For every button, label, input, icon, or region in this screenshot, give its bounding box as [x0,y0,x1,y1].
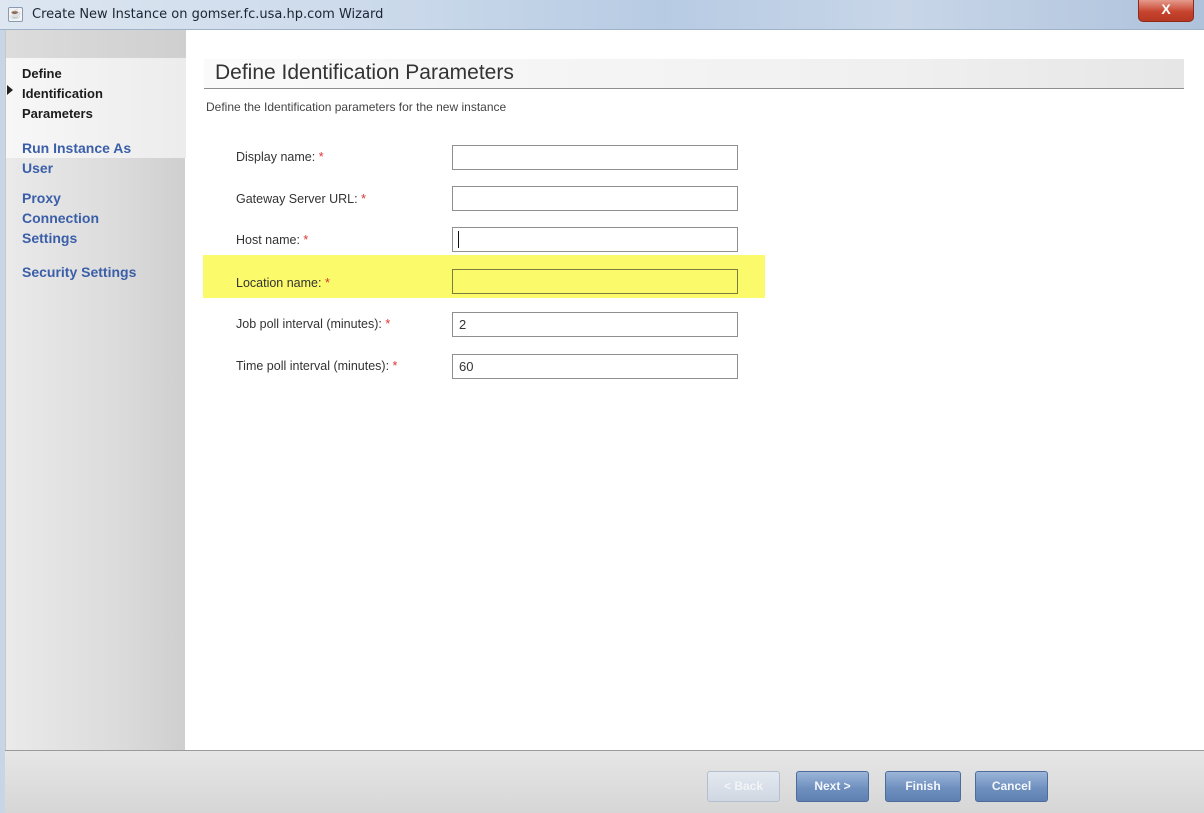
display-name-input[interactable] [452,145,738,170]
sidebar-item-label-line: Settings [22,230,78,246]
field-label-text: Host name: [236,233,300,247]
sidebar-item-label-line: Identification [22,86,103,101]
sidebar-item-proxy-connection-settings[interactable]: Proxy Connection Settings [22,188,172,248]
required-marker: * [361,192,366,206]
field-label-text: Time poll interval (minutes): [236,359,390,373]
sidebar-item-label-line: Connection [22,210,99,226]
sidebar-item-label-line: Proxy [22,190,61,206]
sidebar-item-label-line: Parameters [22,106,93,121]
gateway-server-url-label: Gateway Server URL: * [236,192,366,206]
cancel-button[interactable]: Cancel [975,771,1048,802]
required-marker: * [318,150,324,164]
sidebar-item-label-line: Run Instance As [22,140,132,156]
finish-button[interactable]: Finish [885,771,961,802]
sidebar-item-label-line: Security Settings [22,264,137,280]
gateway-server-url-input[interactable] [452,186,738,211]
host-name-label: Host name: * [236,233,308,247]
close-button[interactable]: X [1138,0,1194,22]
title-bar: ☕ Create New Instance on gomser.fc.usa.h… [0,0,1204,30]
sidebar-item-run-instance-as-user[interactable]: Run Instance As User [22,138,172,178]
field-label-text: Job poll interval (minutes): [236,317,382,331]
sidebar-item-label-line: User [22,160,54,176]
text-cursor [458,231,459,248]
sidebar-item-define-identification[interactable]: Define Identification Parameters [22,64,172,124]
sidebar-item-security-settings[interactable]: Security Settings [22,262,172,282]
job-poll-interval-label: Job poll interval (minutes): * [236,317,390,331]
job-poll-interval-input[interactable]: 2 [452,312,738,337]
field-label-text: Display name: [236,150,316,164]
page-subtitle: Define the Identification parameters for… [206,100,507,114]
required-marker: * [303,233,309,247]
required-marker: * [324,276,330,290]
host-name-input[interactable] [452,227,738,252]
location-name-input[interactable] [452,269,738,294]
required-marker: * [392,359,398,373]
field-label-text: Location name: [236,276,322,290]
required-marker: * [385,317,391,331]
location-name-label: Location name: * [236,276,330,290]
java-app-icon: ☕ [8,7,23,22]
window-title: Create New Instance on gomser.fc.usa.hp.… [32,7,384,22]
time-poll-interval-label: Time poll interval (minutes): * [236,359,397,373]
current-step-arrow-icon [7,85,13,95]
back-button[interactable]: < Back [707,771,780,802]
display-name-label: Display name: * [236,150,324,164]
sidebar-top-strip [6,30,186,58]
time-poll-interval-input[interactable]: 60 [452,354,738,379]
sidebar-item-label-line: Define [22,66,62,81]
next-button[interactable]: Next > [796,771,869,802]
field-label-text: Gateway Server URL: [236,192,358,206]
page-title: Define Identification Parameters [215,61,514,84]
